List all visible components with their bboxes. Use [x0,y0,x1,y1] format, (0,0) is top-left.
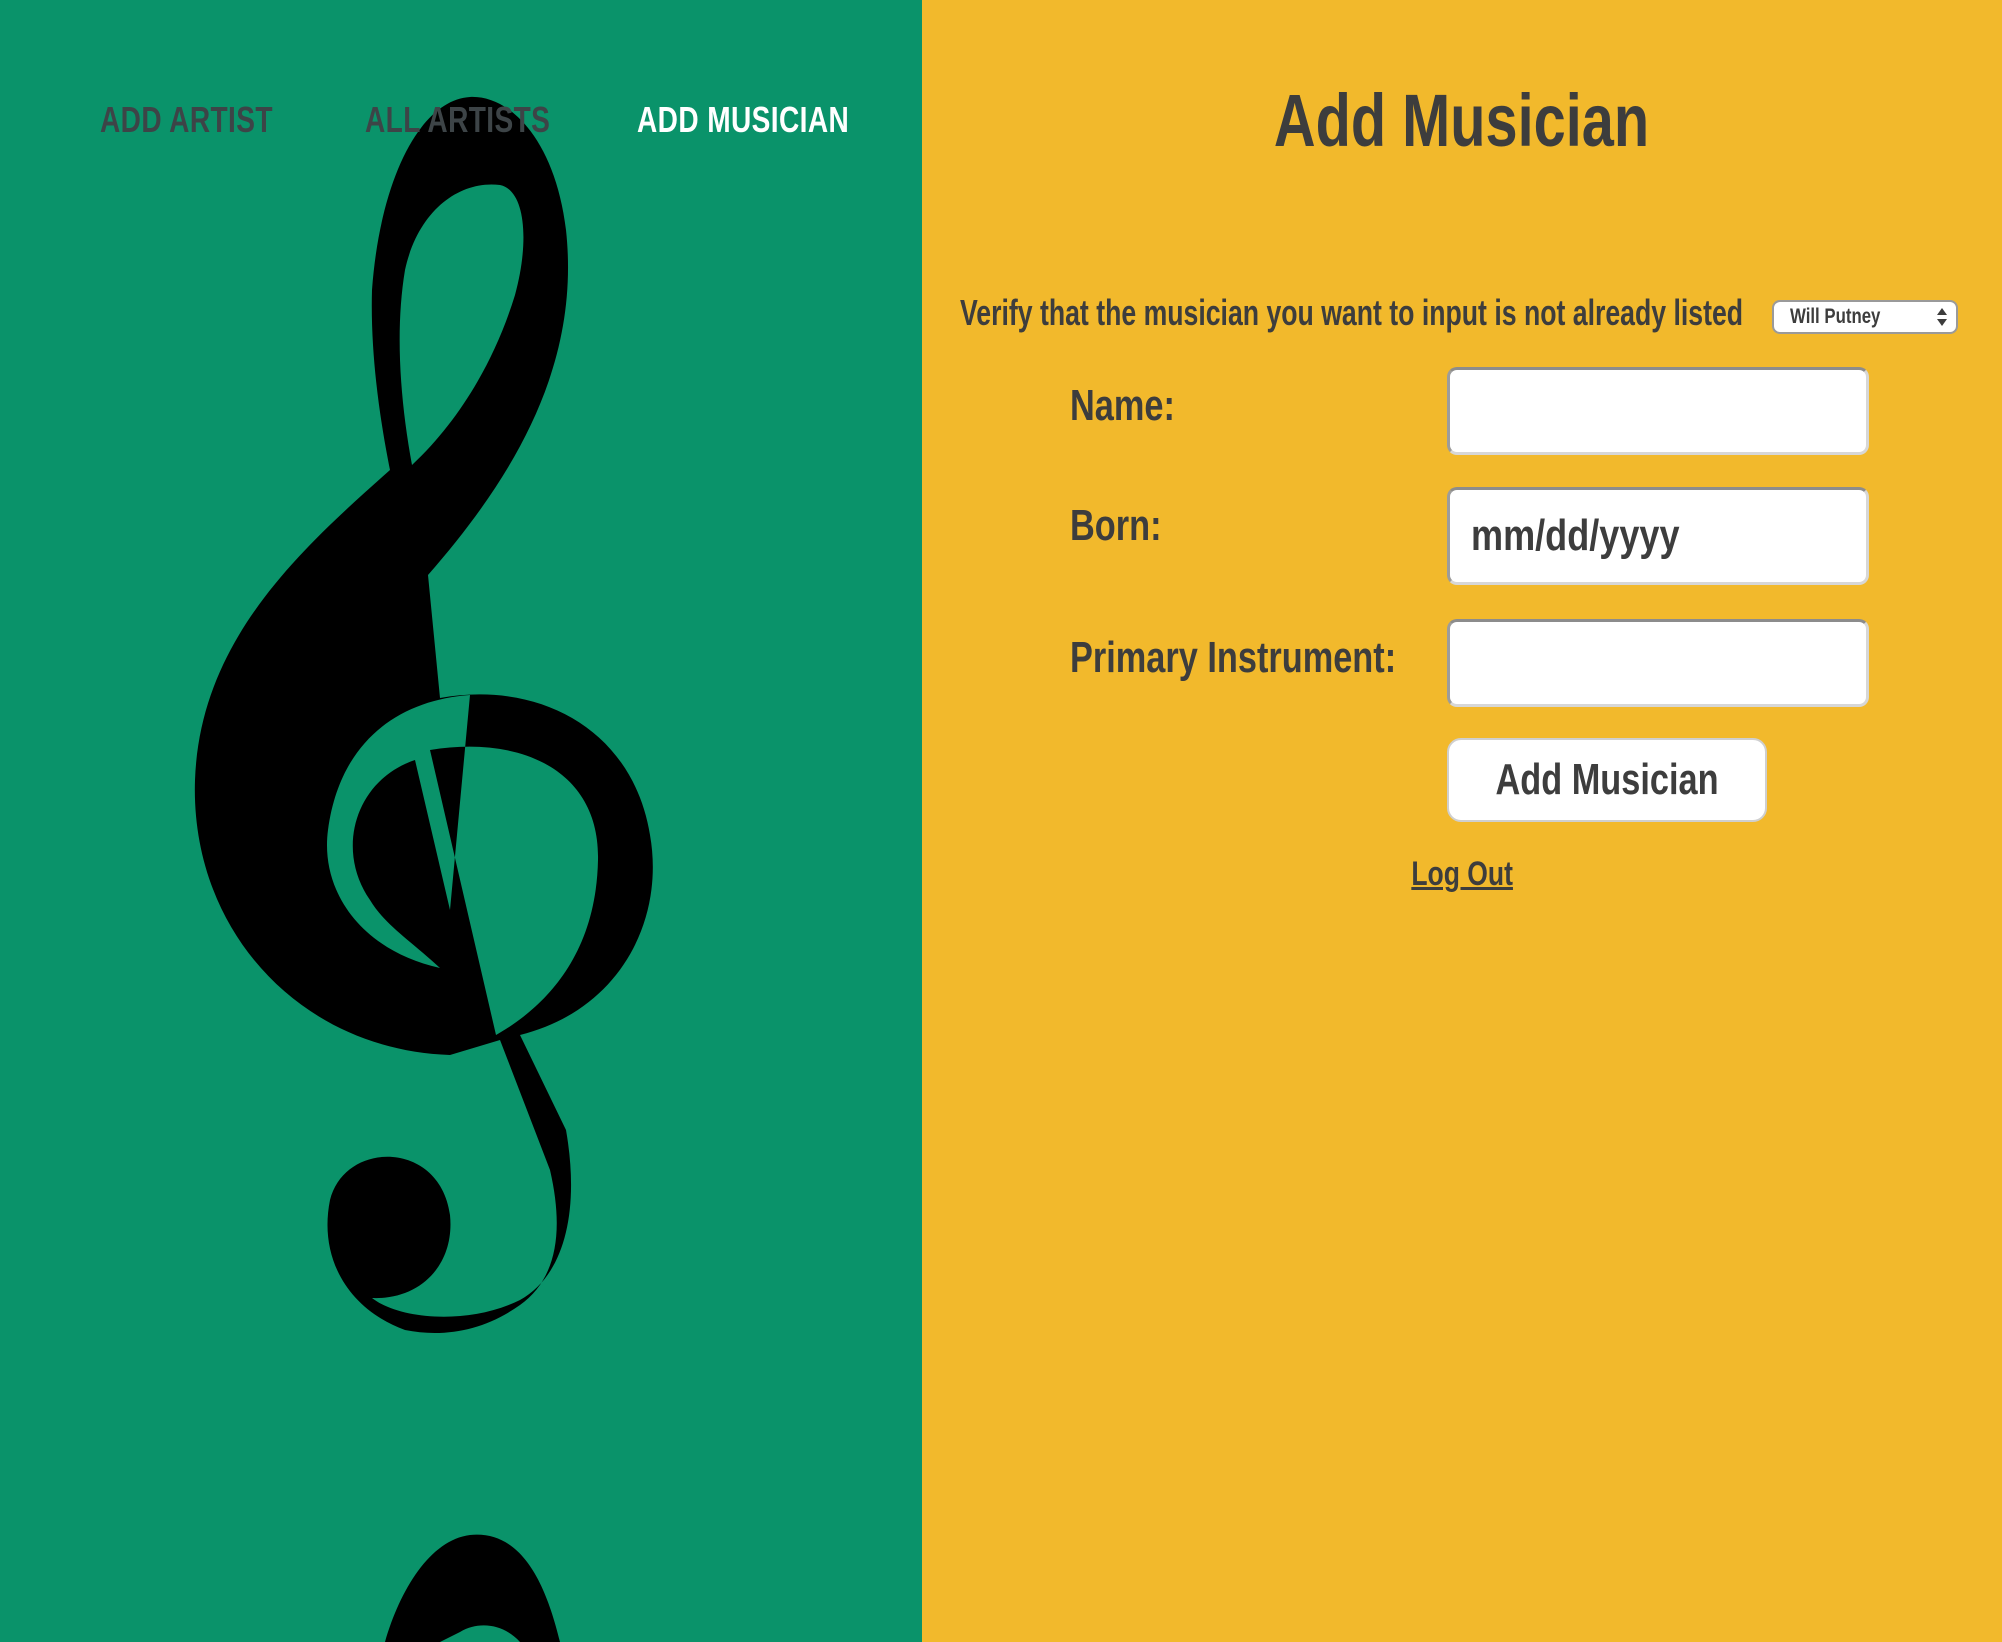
add-musician-button[interactable]: Add Musician [1447,738,1767,822]
logout-link-label: Log Out [1411,855,1513,893]
primary-instrument-input[interactable] [1447,619,1869,707]
born-date-placeholder: mm/dd/yyyy [1471,511,1680,560]
name-input[interactable] [1447,367,1869,455]
existing-musician-select[interactable]: Will Putney [1772,300,1958,334]
nav-add-musician-label: ADD MUSICIAN [637,99,850,140]
name-label-text: Name: [1070,381,1175,430]
page-title-text: Add Musician [1274,79,1650,162]
logout-link[interactable]: Log Out [922,852,2002,896]
primary-instrument-label: Primary Instrument: [1070,633,1488,683]
nav-add-artist-label: ADD ARTIST [100,99,273,140]
primary-instrument-label-text: Primary Instrument: [1070,633,1397,682]
page-title: Add Musician [922,78,2002,164]
nav-all-artists-label: ALL ARTISTS [365,99,551,140]
add-musician-button-label: Add Musician [1495,755,1719,804]
treble-clef-icon [194,96,653,1642]
main-panel: Add Musician Verify that the musician yo… [922,0,2002,1642]
select-arrows-icon [1937,308,1947,326]
existing-musician-select-value: Will Putney [1790,305,1881,328]
nav-all-artists[interactable]: ALL ARTISTS [365,95,603,145]
born-date-input[interactable]: mm/dd/yyyy [1447,487,1869,585]
verify-text: Verify that the musician you want to inp… [960,292,1744,333]
left-panel: ADD ARTIST ALL ARTISTS ADD MUSICIAN [0,0,922,1642]
nav-add-musician[interactable]: ADD MUSICIAN [637,95,909,145]
name-label: Name: [1070,381,1205,431]
born-label: Born: [1070,501,1187,551]
born-label-text: Born: [1070,501,1162,550]
nav-add-artist[interactable]: ADD ARTIST [100,95,322,145]
